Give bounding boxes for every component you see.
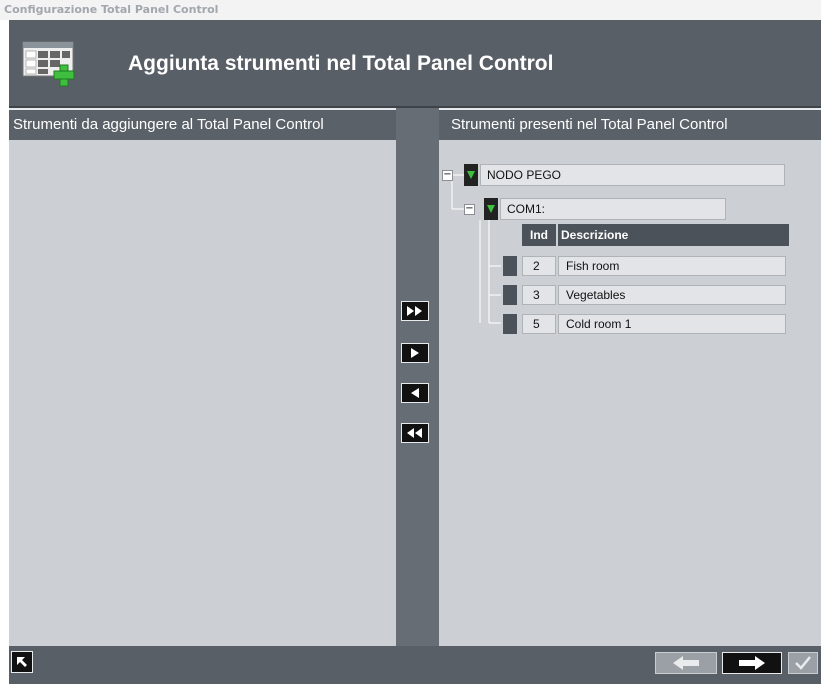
tree-node-nodo-pego[interactable]: NODO PEGO bbox=[480, 164, 785, 186]
confirm-button[interactable] bbox=[788, 652, 818, 674]
checkmark-icon bbox=[795, 656, 811, 670]
arrow-right-icon bbox=[739, 656, 765, 670]
row-selector[interactable] bbox=[503, 256, 517, 276]
back-button[interactable] bbox=[11, 651, 33, 673]
collapse-port-toggle[interactable]: − bbox=[464, 204, 475, 215]
collapse-root-toggle[interactable]: − bbox=[442, 170, 453, 181]
port-status-icon bbox=[484, 198, 498, 220]
column-header-descrizione: Descrizione bbox=[558, 224, 789, 246]
row-ind-cell: 2 bbox=[522, 256, 556, 276]
row-description-cell[interactable]: Fish room bbox=[558, 256, 786, 276]
window-title: Configurazione Total Panel Control bbox=[0, 0, 821, 20]
panel-add-icon bbox=[22, 41, 80, 87]
transfer-controls bbox=[396, 108, 439, 646]
present-instruments-panel: Strumenti presenti nel Total Panel Contr… bbox=[439, 108, 821, 648]
available-instruments-panel[interactable]: Strumenti da aggiungere al Total Panel C… bbox=[9, 108, 396, 648]
page-title: Aggiunta strumenti nel Total Panel Contr… bbox=[128, 52, 554, 75]
header: Aggiunta strumenti nel Total Panel Contr… bbox=[9, 20, 821, 108]
tree-node-com1[interactable]: COM1: bbox=[500, 198, 726, 220]
footer-bar bbox=[9, 646, 821, 684]
row-ind-cell: 3 bbox=[522, 285, 556, 305]
add-all-icon bbox=[407, 306, 422, 316]
remove-selected-icon bbox=[411, 388, 419, 398]
add-all-button[interactable] bbox=[401, 301, 429, 321]
remove-all-button[interactable] bbox=[401, 423, 429, 443]
add-selected-icon bbox=[411, 348, 419, 358]
back-icon bbox=[17, 657, 27, 667]
row-ind-cell: 5 bbox=[522, 314, 556, 334]
remove-all-icon bbox=[407, 428, 422, 438]
add-selected-button[interactable] bbox=[401, 343, 429, 363]
row-description-cell[interactable]: Cold room 1 bbox=[558, 314, 786, 334]
column-header-ind: Ind bbox=[522, 224, 556, 246]
next-button[interactable] bbox=[722, 652, 782, 674]
row-description-cell[interactable]: Vegetables bbox=[558, 285, 786, 305]
dialog-frame: Aggiunta strumenti nel Total Panel Contr… bbox=[9, 20, 821, 684]
node-status-icon bbox=[464, 164, 478, 186]
row-selector[interactable] bbox=[503, 314, 517, 334]
row-selector[interactable] bbox=[503, 285, 517, 305]
arrow-left-icon bbox=[673, 656, 699, 670]
available-panel-title: Strumenti da aggiungere al Total Panel C… bbox=[9, 110, 396, 140]
previous-button[interactable] bbox=[655, 652, 717, 674]
remove-selected-button[interactable] bbox=[401, 383, 429, 403]
